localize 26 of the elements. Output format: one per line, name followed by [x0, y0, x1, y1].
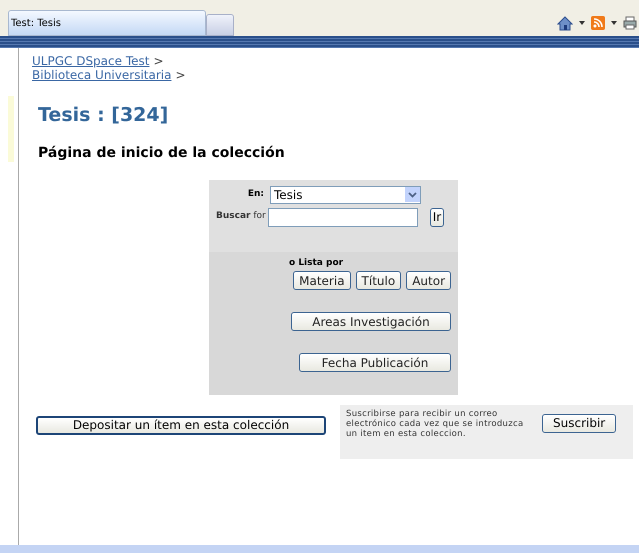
- browser-tab[interactable]: Test: Tesis: [8, 10, 206, 36]
- query-label: Buscar for: [216, 210, 266, 224]
- dropdown-arrow-icon[interactable]: [611, 21, 617, 25]
- breadcrumb-separator: >: [175, 68, 186, 82]
- breadcrumb-link[interactable]: ULPGC DSpace Test: [32, 54, 150, 68]
- subscribe-button[interactable]: Suscribir: [542, 414, 616, 432]
- home-icon[interactable]: [557, 16, 573, 30]
- rss-icon[interactable]: [591, 16, 605, 30]
- search-field[interactable]: [268, 208, 418, 226]
- browse-button[interactable]: Autor: [406, 271, 451, 290]
- subscribe-text: Suscribirse para recibir un correo electrónico cada vez que se introduzca un item en esta coleccion.: [346, 408, 524, 438]
- browse-button[interactable]: Areas Investigación: [291, 312, 451, 331]
- printer-icon[interactable]: [623, 16, 637, 30]
- page-subtitle: Página de inicio de la colección: [38, 144, 286, 162]
- go-button[interactable]: Ir: [430, 208, 444, 226]
- browse-label: o Lista por: [289, 256, 344, 270]
- breadcrumb-link[interactable]: Biblioteca Universitaria: [32, 68, 172, 82]
- breadcrumb-separator: >: [153, 54, 164, 68]
- scope-select[interactable]: Tesis: [270, 186, 421, 204]
- browse-button[interactable]: Materia: [293, 271, 351, 290]
- browse-button[interactable]: Título: [356, 271, 402, 290]
- submit-item-button[interactable]: Depositar un ítem en esta colección: [36, 416, 326, 434]
- page-title: Tesis : [324]: [38, 103, 170, 128]
- dropdown-arrow-icon[interactable]: [579, 21, 585, 25]
- browse-button[interactable]: Fecha Publicación: [299, 353, 451, 372]
- scope-label: En:: [246, 188, 264, 201]
